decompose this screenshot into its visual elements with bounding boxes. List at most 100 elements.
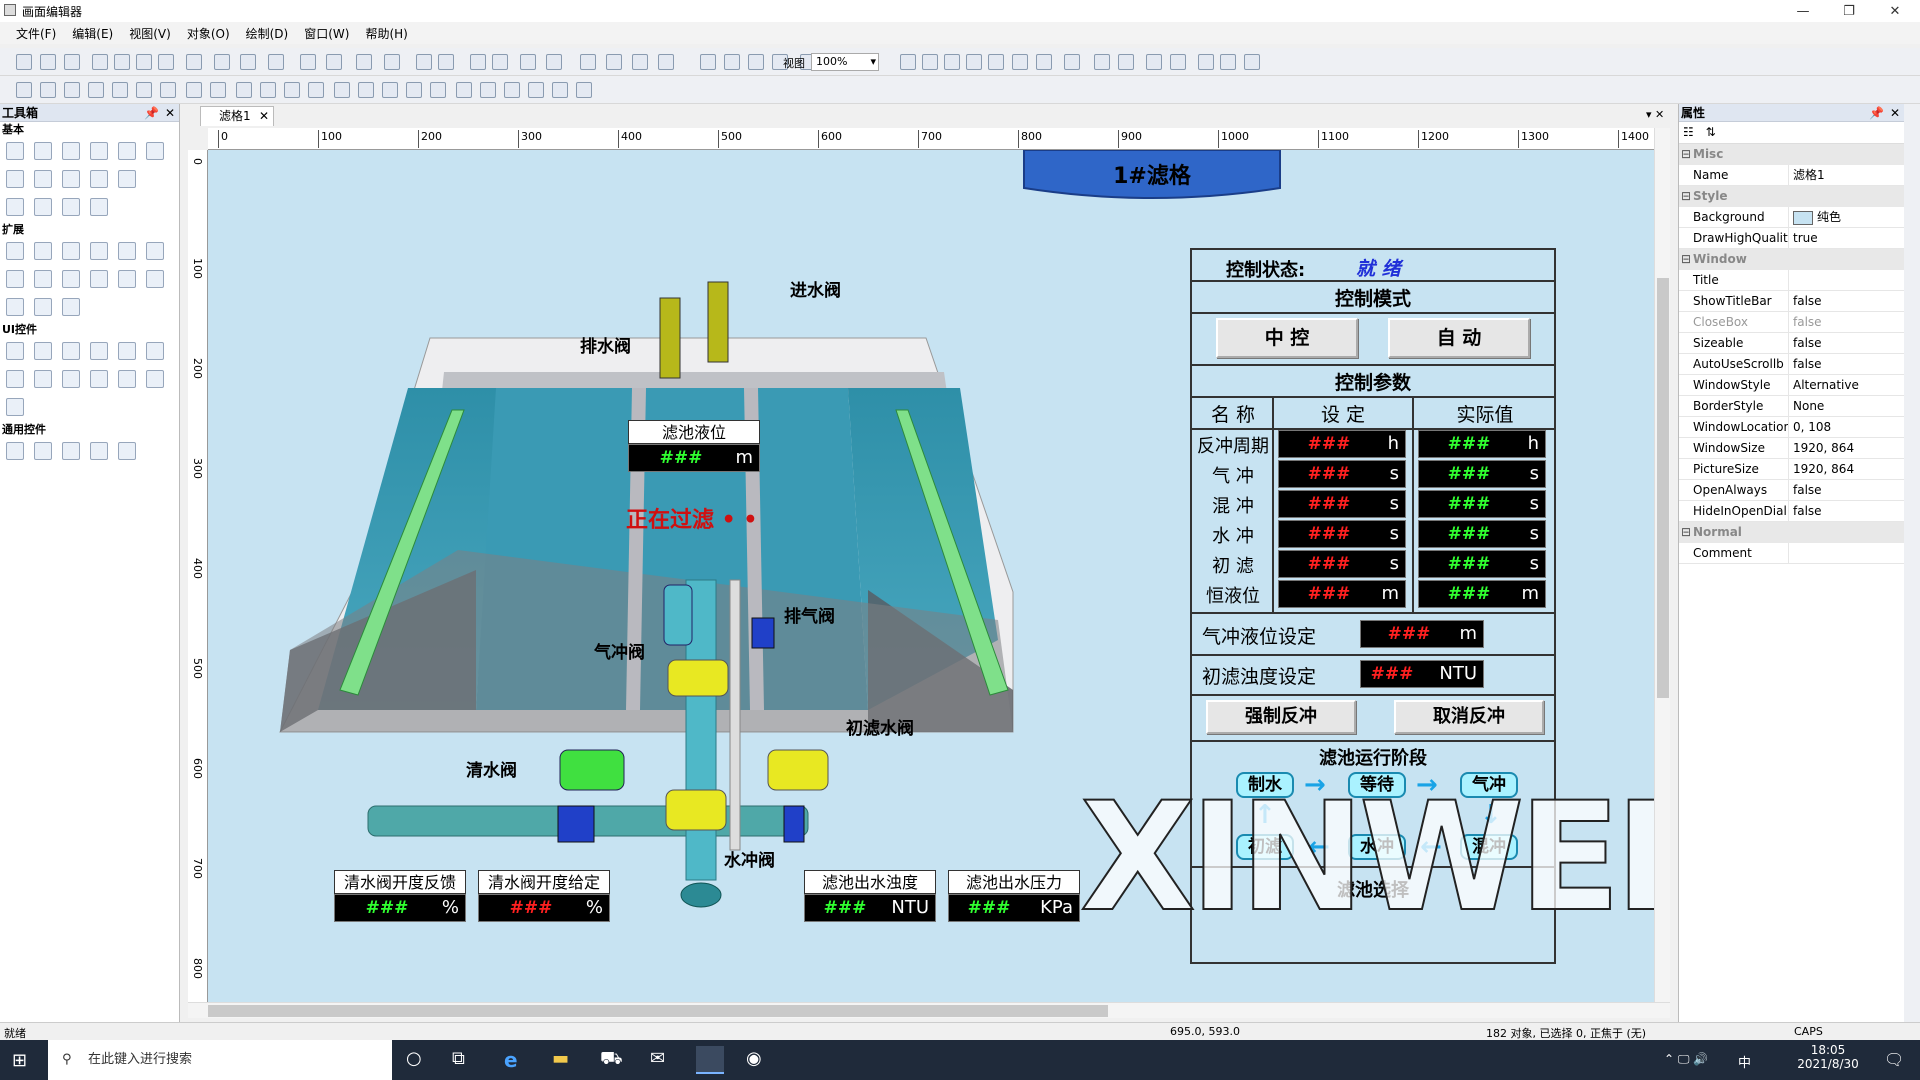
tool-icon[interactable]: [6, 298, 24, 316]
categorized-icon[interactable]: ☷: [1683, 125, 1694, 139]
photos-icon[interactable]: ◉: [746, 1048, 762, 1069]
property-value[interactable]: Alternative: [1789, 375, 1904, 395]
toolbar-icon[interactable]: [470, 54, 486, 70]
toolbar-icon[interactable]: [326, 54, 342, 70]
toolbar-icon[interactable]: [1170, 54, 1186, 70]
tool-icon[interactable]: [6, 170, 24, 188]
property-row[interactable]: BorderStyle None: [1679, 396, 1904, 417]
toolbar-icon[interactable]: [700, 54, 716, 70]
toolbar-icon[interactable]: [1036, 54, 1052, 70]
tool-icon[interactable]: [34, 442, 52, 460]
property-value[interactable]: false: [1789, 333, 1904, 353]
property-value[interactable]: false: [1789, 480, 1904, 500]
tool-icon[interactable]: [146, 370, 164, 388]
property-row[interactable]: PictureSize 1920, 864: [1679, 459, 1904, 480]
toolbar-icon[interactable]: [658, 54, 674, 70]
water-wash-valve-shape[interactable]: [665, 789, 727, 831]
property-row[interactable]: Title: [1679, 270, 1904, 291]
toolbar-icon[interactable]: [966, 54, 982, 70]
toolbar-icon[interactable]: [1118, 54, 1134, 70]
param-set-display[interactable]: ### m: [1278, 580, 1406, 608]
toolbar-icon[interactable]: [546, 54, 562, 70]
tool-icon[interactable]: [6, 398, 24, 416]
param-set-display[interactable]: ### s: [1278, 520, 1406, 548]
toolbar-icon[interactable]: [1012, 54, 1028, 70]
taskbar-search-input[interactable]: ⚲ 在此键入进行搜索: [48, 1040, 392, 1080]
param-set-display[interactable]: ### s: [1278, 550, 1406, 578]
tool-icon[interactable]: [118, 170, 136, 188]
toolbar-icon[interactable]: [492, 54, 508, 70]
toolbar-icon[interactable]: [158, 54, 174, 70]
tool-icon[interactable]: [90, 170, 108, 188]
tool-icon[interactable]: [6, 198, 24, 216]
toolbar-icon[interactable]: [136, 54, 152, 70]
toolbar-icon[interactable]: [1198, 54, 1214, 70]
tool-icon[interactable]: [146, 270, 164, 288]
property-row[interactable]: Comment: [1679, 543, 1904, 564]
tool-icon[interactable]: [6, 370, 24, 388]
notification-icon[interactable]: 🗨: [1884, 1050, 1904, 1069]
tool-icon[interactable]: [146, 142, 164, 160]
toolbar-icon[interactable]: [504, 82, 520, 98]
param-set-display[interactable]: ### s: [1278, 460, 1406, 488]
toolbar-icon[interactable]: [92, 54, 108, 70]
toolbar-icon[interactable]: [384, 54, 400, 70]
property-value[interactable]: false: [1789, 291, 1904, 311]
tool-icon[interactable]: [118, 270, 136, 288]
property-value[interactable]: false: [1789, 312, 1904, 332]
tool-icon[interactable]: [90, 142, 108, 160]
edge-icon[interactable]: e: [504, 1048, 518, 1072]
toolbar-icon[interactable]: [64, 54, 80, 70]
menu-file[interactable]: 文件(F): [16, 25, 56, 42]
toolbar-icon[interactable]: [160, 82, 176, 98]
toolbar-icon[interactable]: [922, 54, 938, 70]
menu-window[interactable]: 窗口(W): [304, 25, 349, 42]
cortana-icon[interactable]: ○: [406, 1048, 422, 1069]
tool-icon[interactable]: [118, 442, 136, 460]
property-row[interactable]: HideInOpenDial false: [1679, 501, 1904, 522]
tool-icon[interactable]: [90, 370, 108, 388]
tool-icon[interactable]: [62, 170, 80, 188]
toolbar-icon[interactable]: [1146, 54, 1162, 70]
store-icon[interactable]: ⛟: [600, 1048, 623, 1072]
menu-edit[interactable]: 编辑(E): [72, 25, 113, 42]
zoom-select[interactable]: 100% ▾: [811, 53, 879, 71]
toolbar-icon[interactable]: [382, 82, 398, 98]
close-icon[interactable]: ✕: [1890, 104, 1900, 122]
toolbar-icon[interactable]: [632, 54, 648, 70]
drain-valve-shape[interactable]: [659, 297, 681, 379]
air-wash-valve-shape[interactable]: [667, 659, 729, 697]
tool-icon[interactable]: [62, 370, 80, 388]
tool-icon[interactable]: [34, 270, 52, 288]
vertical-scrollbar[interactable]: [1654, 128, 1670, 1002]
toolbar-icon[interactable]: [268, 54, 284, 70]
property-category[interactable]: Misc: [1679, 144, 1904, 165]
toolbar-icon[interactable]: [430, 82, 446, 98]
toolbar-icon[interactable]: [260, 82, 276, 98]
tool-icon[interactable]: [34, 342, 52, 360]
toolbar-icon[interactable]: [186, 54, 202, 70]
close-icon[interactable]: ✕: [165, 104, 175, 122]
property-value[interactable]: [1789, 270, 1904, 290]
property-value[interactable]: true: [1789, 228, 1904, 248]
tool-icon[interactable]: [62, 298, 80, 316]
toolbar-icon[interactable]: [520, 54, 536, 70]
toolbar-icon[interactable]: [1064, 54, 1080, 70]
toolbar-icon[interactable]: [64, 82, 80, 98]
clear-water-valve-shape[interactable]: [559, 749, 625, 791]
tool-icon[interactable]: [62, 342, 80, 360]
minimize-button[interactable]: —: [1780, 0, 1826, 22]
vent-valve-shape[interactable]: [751, 617, 775, 649]
toolbar-icon[interactable]: [576, 82, 592, 98]
toolbar-icon[interactable]: [406, 82, 422, 98]
toolbar-icon[interactable]: [1094, 54, 1110, 70]
tool-icon[interactable]: [118, 342, 136, 360]
tool-icon[interactable]: [6, 242, 24, 260]
auto-mode-button[interactable]: 自 动: [1388, 318, 1530, 358]
tool-icon[interactable]: [34, 370, 52, 388]
document-tab[interactable]: 滤格1 ✕: [200, 106, 274, 126]
tool-icon[interactable]: [34, 198, 52, 216]
property-row[interactable]: WindowStyle Alternative: [1679, 375, 1904, 396]
tool-icon[interactable]: [90, 198, 108, 216]
toolbar-icon[interactable]: [136, 82, 152, 98]
